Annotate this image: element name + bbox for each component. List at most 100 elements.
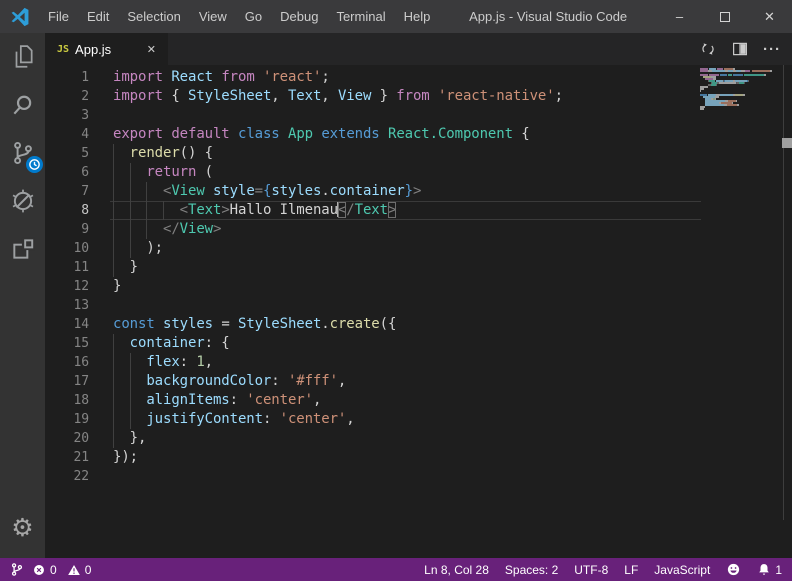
errors-status: 0: [32, 563, 57, 577]
line-number[interactable]: 13: [45, 296, 89, 315]
vscode-window: { "title_bar": { "menus": ["File", "Edit…: [0, 0, 792, 581]
line-number[interactable]: 2: [45, 87, 89, 106]
activity-source-control-button[interactable]: [0, 129, 45, 177]
code-text: export default class App extends React.C…: [113, 125, 530, 144]
tab-close-icon[interactable]: ✕: [143, 41, 160, 58]
maximize-button[interactable]: [702, 0, 747, 33]
sync-progress-badge: [26, 156, 43, 173]
split-editor-button[interactable]: [728, 37, 752, 61]
code-line-16[interactable]: 16 flex: 1,: [45, 353, 792, 372]
debug-bug-icon: [10, 188, 36, 214]
line-number[interactable]: 18: [45, 391, 89, 410]
code-line-10[interactable]: 10 );: [45, 239, 792, 258]
settings-gear-icon[interactable]: ⚙: [0, 510, 45, 544]
line-number[interactable]: 8: [45, 201, 89, 220]
activity-debug-button[interactable]: [0, 177, 45, 225]
code-line-11[interactable]: 11 }: [45, 258, 792, 277]
problems-status-button[interactable]: 0 0: [32, 563, 91, 577]
indent-guide: [146, 201, 147, 220]
line-number[interactable]: 22: [45, 467, 89, 486]
encoding-status[interactable]: UTF-8: [574, 563, 608, 577]
code-line-6[interactable]: 6 return (: [45, 163, 792, 182]
code-text: <Text>Hallo Ilmenau</Text>: [113, 201, 396, 220]
line-number[interactable]: 4: [45, 125, 89, 144]
code-line-3[interactable]: 3: [45, 106, 792, 125]
close-button[interactable]: ✕: [747, 0, 792, 33]
code-line-17[interactable]: 17 backgroundColor: '#fff',: [45, 372, 792, 391]
overview-ruler: [783, 65, 784, 520]
minimap[interactable]: [700, 68, 776, 112]
line-number[interactable]: 6: [45, 163, 89, 182]
line-number[interactable]: 10: [45, 239, 89, 258]
feedback-button[interactable]: [726, 562, 741, 577]
minimize-button[interactable]: –: [657, 0, 702, 33]
line-number[interactable]: 20: [45, 429, 89, 448]
code-text: }: [113, 277, 121, 296]
code-line-7[interactable]: 7 <View style={styles.container}>: [45, 182, 792, 201]
code-line-15[interactable]: 15 container: {: [45, 334, 792, 353]
menu-edit[interactable]: Edit: [78, 0, 118, 33]
more-actions-button[interactable]: ···: [760, 37, 784, 61]
sync-changes-button[interactable]: [696, 37, 720, 61]
line-number[interactable]: 19: [45, 410, 89, 429]
minimap-line: [700, 110, 776, 112]
menu-selection[interactable]: Selection: [118, 0, 189, 33]
code-line-5[interactable]: 5 render() {: [45, 144, 792, 163]
line-number[interactable]: 14: [45, 315, 89, 334]
menu-terminal[interactable]: Terminal: [327, 0, 394, 33]
code-line-8[interactable]: 8 <Text>Hallo Ilmenau</Text>: [45, 201, 792, 220]
code-line-1[interactable]: 1import React from 'react';: [45, 68, 792, 87]
line-number[interactable]: 15: [45, 334, 89, 353]
indent-guide: [130, 410, 131, 429]
code-line-2[interactable]: 2 import { StyleSheet, Text, View } from …: [45, 87, 792, 106]
code-line-12[interactable]: 12}: [45, 277, 792, 296]
indent-guide: [130, 391, 131, 410]
code-line-9[interactable]: 9 </View>: [45, 220, 792, 239]
code-line-22[interactable]: 22: [45, 467, 792, 486]
line-number[interactable]: 17: [45, 372, 89, 391]
code-line-21[interactable]: 21});: [45, 448, 792, 467]
indent-guide: [130, 220, 131, 239]
indent-guide: [113, 144, 114, 163]
indent-guide: [113, 334, 114, 353]
notifications-button[interactable]: 1: [757, 562, 782, 577]
menu-bar: File Edit Selection View Go Debug Termin…: [39, 0, 439, 33]
activity-explorer-button[interactable]: [0, 33, 45, 81]
line-number[interactable]: 11: [45, 258, 89, 277]
menu-file[interactable]: File: [39, 0, 78, 33]
line-number[interactable]: 3: [45, 106, 89, 125]
tab-appjs[interactable]: JS App.js ✕: [45, 33, 168, 65]
language-mode-status[interactable]: JavaScript: [654, 563, 710, 577]
line-number[interactable]: 9: [45, 220, 89, 239]
code-line-19[interactable]: 19 justifyContent: 'center',: [45, 410, 792, 429]
code-line-4[interactable]: 4 export default class App extends React.…: [45, 125, 792, 144]
search-icon: [10, 92, 36, 118]
clock-icon: [28, 158, 41, 171]
error-icon: [32, 563, 46, 577]
title-bar: File Edit Selection View Go Debug Termin…: [0, 0, 792, 33]
line-number[interactable]: 7: [45, 182, 89, 201]
line-number[interactable]: 21: [45, 448, 89, 467]
indentation-status[interactable]: Spaces: 2: [505, 563, 558, 577]
menu-go[interactable]: Go: [236, 0, 271, 33]
code-line-18[interactable]: 18 alignItems: 'center',: [45, 391, 792, 410]
code-text: import { StyleSheet, Text, View } from '…: [113, 87, 563, 106]
cursor-position-status[interactable]: Ln 8, Col 28: [424, 563, 489, 577]
code-line-20[interactable]: 20 },: [45, 429, 792, 448]
menu-debug[interactable]: Debug: [271, 0, 327, 33]
menu-help[interactable]: Help: [395, 0, 440, 33]
indent-guide: [146, 220, 147, 239]
code-text: return (: [113, 163, 213, 182]
activity-search-button[interactable]: [0, 81, 45, 129]
line-number[interactable]: 1: [45, 68, 89, 87]
code-editor[interactable]: 1import React from 'react';2 import { Sty…: [45, 65, 792, 558]
menu-view[interactable]: View: [190, 0, 236, 33]
code-line-14[interactable]: 14const styles = StyleSheet.create({: [45, 315, 792, 334]
code-line-13[interactable]: 13: [45, 296, 792, 315]
line-number[interactable]: 5: [45, 144, 89, 163]
line-number[interactable]: 16: [45, 353, 89, 372]
branch-status-button[interactable]: [10, 562, 24, 577]
eol-status[interactable]: LF: [624, 563, 638, 577]
line-number[interactable]: 12: [45, 277, 89, 296]
activity-extensions-button[interactable]: [0, 225, 45, 273]
